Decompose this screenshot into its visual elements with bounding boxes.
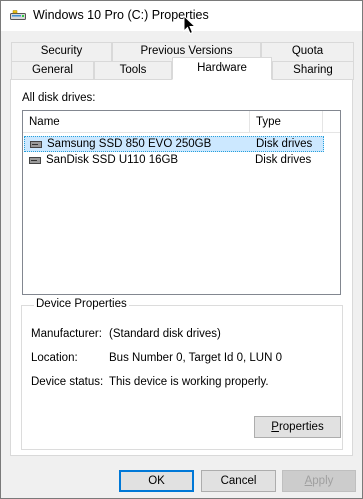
disk-drive-icon [30, 141, 42, 148]
device-status-value: This device is working properly. [109, 376, 269, 388]
location-label: Location: [31, 352, 78, 364]
properties-button-label: roperties [278, 421, 324, 433]
properties-dialog: Windows 10 Pro (C:) Properties Security … [0, 0, 363, 499]
ok-button[interactable]: OK [119, 470, 194, 492]
column-header-name[interactable]: Name [23, 111, 250, 133]
device-status-label: Device status: [31, 376, 104, 388]
device-properties-group: Device Properties Manufacturer: (Standar… [21, 298, 343, 450]
tab-tools[interactable]: Tools [94, 61, 172, 80]
manufacturer-label: Manufacturer: [31, 328, 102, 340]
manufacturer-value: (Standard disk drives) [109, 328, 221, 340]
tab-hardware[interactable]: Hardware [172, 57, 272, 80]
apply-button-label: pply [312, 475, 334, 487]
list-item[interactable]: SanDisk SSD U110 16GB Disk drives [24, 153, 324, 169]
tab-quota[interactable]: Quota [261, 42, 354, 61]
list-item[interactable]: Samsung SSD 850 EVO 250GB Disk drives [24, 136, 324, 152]
list-item-type: Disk drives [255, 154, 312, 166]
disk-drives-list[interactable]: Name Type Samsung SSD 850 EVO 250GB Disk… [22, 110, 341, 295]
all-disk-drives-label: All disk drives: [22, 92, 96, 104]
list-item-name: Samsung SSD 850 EVO 250GB [47, 138, 212, 150]
tab-security[interactable]: Security [11, 42, 112, 61]
disk-drive-icon [29, 157, 41, 164]
tab-general[interactable]: General [11, 61, 94, 80]
tab-sharing[interactable]: Sharing [272, 61, 354, 80]
drive-icon [10, 10, 26, 20]
list-item-name: SanDisk SSD U110 16GB [46, 154, 179, 166]
properties-button[interactable]: Properties [254, 416, 341, 438]
cancel-button[interactable]: Cancel [201, 470, 276, 492]
location-value: Bus Number 0, Target Id 0, LUN 0 [109, 352, 283, 364]
title-bar[interactable]: Windows 10 Pro (C:) Properties [1, 1, 362, 35]
apply-button[interactable]: Apply [282, 470, 356, 492]
mouse-cursor-icon [183, 15, 197, 35]
hardware-tab-panel: All disk drives: Name Type Samsung SSD 8… [10, 79, 353, 456]
list-header: Name Type [23, 111, 340, 133]
list-item-type: Disk drives [256, 138, 313, 150]
column-header-type[interactable]: Type [250, 111, 323, 133]
device-properties-title: Device Properties [34, 298, 129, 310]
properties-button-accel: P [271, 421, 279, 433]
